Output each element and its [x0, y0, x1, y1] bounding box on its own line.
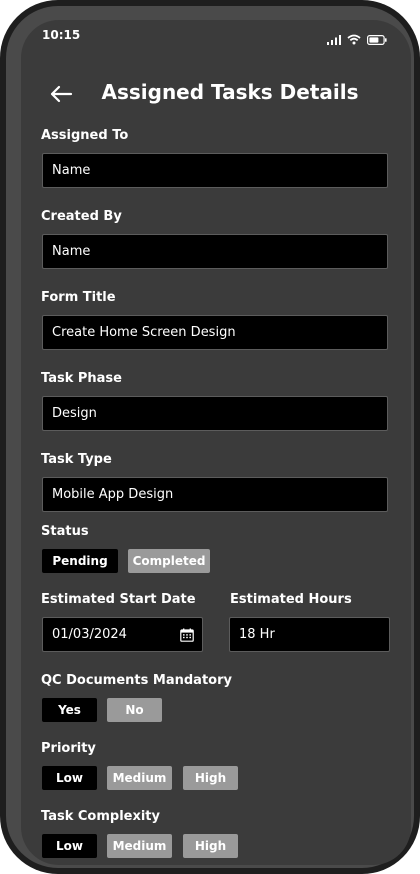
- task-phase-value: Design: [52, 406, 97, 421]
- complexity-low-chip[interactable]: Low: [42, 834, 97, 858]
- hours-value: 18 Hr: [239, 627, 275, 642]
- qc-no-chip[interactable]: No: [107, 698, 162, 722]
- calendar-icon[interactable]: [180, 628, 194, 642]
- qc-label: QC Documents Mandatory: [41, 673, 232, 688]
- created-by-label: Created By: [41, 209, 122, 224]
- app-screen: 10:15 Assigned Tasks Details Assigned To…: [21, 20, 411, 865]
- status-bar: 10:15: [21, 20, 411, 52]
- form-title-value: Create Home Screen Design: [52, 325, 236, 340]
- created-by-value: Name: [52, 244, 91, 259]
- task-type-label: Task Type: [41, 452, 112, 467]
- task-type-field[interactable]: Mobile App Design: [42, 477, 388, 512]
- complexity-high-chip[interactable]: High: [183, 834, 238, 858]
- start-date-field[interactable]: 01/03/2024: [42, 617, 203, 652]
- created-by-field[interactable]: Name: [42, 234, 388, 269]
- status-label: Status: [41, 524, 89, 539]
- assigned-to-field[interactable]: Name: [42, 153, 388, 188]
- wifi-icon: [347, 30, 361, 49]
- start-date-label: Estimated Start Date: [41, 592, 196, 607]
- form-title-label: Form Title: [41, 290, 116, 305]
- start-date-value: 01/03/2024: [52, 627, 127, 642]
- hours-label: Estimated Hours: [230, 592, 352, 607]
- complexity-label: Task Complexity: [41, 809, 160, 824]
- status-icons: [327, 30, 387, 49]
- battery-icon: [367, 30, 387, 49]
- status-pending-chip[interactable]: Pending: [42, 549, 118, 573]
- assigned-to-label: Assigned To: [41, 128, 129, 143]
- phone-bezel: 10:15 Assigned Tasks Details Assigned To…: [6, 6, 414, 868]
- priority-low-chip[interactable]: Low: [42, 766, 97, 790]
- page-title: Assigned Tasks Details: [101, 80, 359, 104]
- phone-frame: 10:15 Assigned Tasks Details Assigned To…: [0, 0, 420, 874]
- signal-icon: [327, 30, 341, 49]
- task-type-value: Mobile App Design: [52, 487, 174, 502]
- priority-high-chip[interactable]: High: [183, 766, 238, 790]
- task-phase-label: Task Phase: [41, 371, 122, 386]
- complexity-medium-chip[interactable]: Medium: [107, 834, 172, 858]
- status-completed-chip[interactable]: Completed: [128, 549, 210, 573]
- status-time: 10:15: [42, 28, 81, 42]
- priority-label: Priority: [41, 741, 96, 756]
- qc-yes-chip[interactable]: Yes: [42, 698, 97, 722]
- assigned-to-value: Name: [52, 163, 91, 178]
- hours-field[interactable]: 18 Hr: [229, 617, 390, 652]
- task-phase-field[interactable]: Design: [42, 396, 388, 431]
- priority-medium-chip[interactable]: Medium: [107, 766, 172, 790]
- form-title-field[interactable]: Create Home Screen Design: [42, 315, 388, 350]
